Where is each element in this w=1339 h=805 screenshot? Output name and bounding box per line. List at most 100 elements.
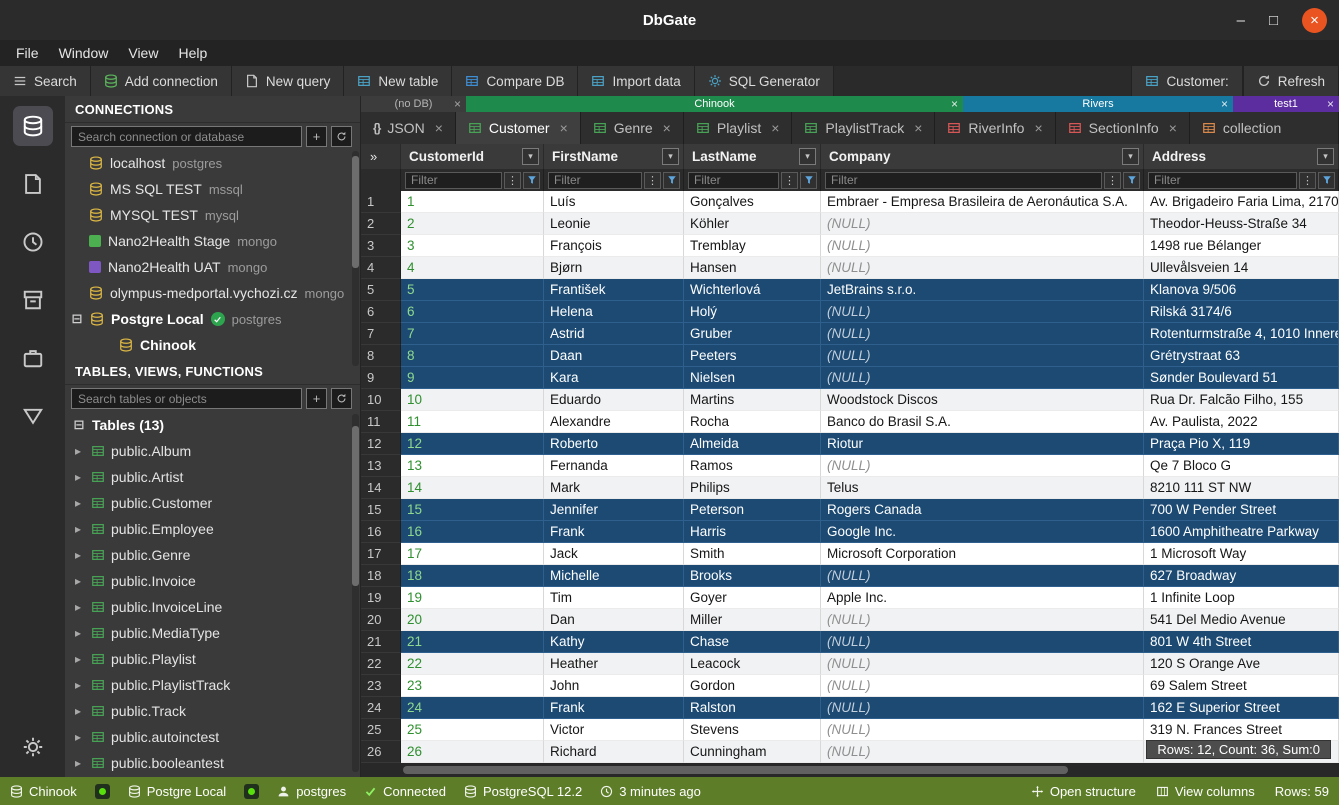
tab-playlisttrack[interactable]: PlaylistTrack× [792, 112, 935, 144]
table-item-public-artist[interactable]: ▸public.Artist [65, 464, 360, 490]
cell-address[interactable]: 801 W 4th Street [1144, 631, 1339, 653]
cell-firstname[interactable]: Roberto [544, 433, 684, 455]
cell-customerid[interactable]: 4 [401, 257, 544, 279]
cell-lastname[interactable]: Wichterlová [684, 279, 821, 301]
cell-firstname[interactable]: Eduardo [544, 389, 684, 411]
add-connection-small-button[interactable]: + [306, 126, 327, 147]
table-row[interactable]: 11LuísGonçalvesEmbraer - Empresa Brasile… [361, 191, 1339, 213]
cell-lastname[interactable]: Gruber [684, 323, 821, 345]
cell-company[interactable]: (NULL) [821, 697, 1144, 719]
cell-customerid[interactable]: 22 [401, 653, 544, 675]
close-button[interactable]: × [1302, 8, 1327, 33]
toolbar-button-add-connection[interactable]: Add connection [91, 66, 232, 96]
cell-customerid[interactable]: 2 [401, 213, 544, 235]
close-icon[interactable]: × [1034, 120, 1042, 136]
table-item-public-booleantest[interactable]: ▸public.booleantest [65, 750, 360, 776]
cell-customerid[interactable]: 24 [401, 697, 544, 719]
table-row[interactable]: 22LeonieKöhler(NULL)Theodor-Heuss-Straße… [361, 213, 1339, 235]
table-item-public-invoiceline[interactable]: ▸public.InvoiceLine [65, 594, 360, 620]
cell-address[interactable]: 1 Microsoft Way [1144, 543, 1339, 565]
connection-item-postgre-local[interactable]: ⊟Postgre Localpostgres [65, 306, 360, 332]
cell-firstname[interactable]: Kara [544, 367, 684, 389]
minimize-button[interactable]: – [1237, 13, 1245, 28]
filter-funnel-button[interactable] [1318, 172, 1335, 189]
cell-firstname[interactable]: Tim [544, 587, 684, 609]
cell-lastname[interactable]: Philips [684, 477, 821, 499]
cell-firstname[interactable]: Richard [544, 741, 684, 763]
cell-address[interactable]: 8210 111 ST NW [1144, 477, 1339, 499]
cell-lastname[interactable]: Holý [684, 301, 821, 323]
close-icon[interactable]: × [1327, 97, 1334, 111]
grid-expand-all-button[interactable]: » [361, 144, 401, 169]
cell-company[interactable]: (NULL) [821, 631, 1144, 653]
column-header-lastname[interactable]: LastName▾ [684, 144, 821, 169]
menu-view[interactable]: View [118, 42, 168, 64]
cell-customerid[interactable]: 3 [401, 235, 544, 257]
rail-item-files[interactable] [13, 164, 53, 204]
connections-scrollbar-thumb[interactable] [352, 156, 359, 268]
cell-firstname[interactable]: František [544, 279, 684, 301]
connections-search-input[interactable] [71, 126, 302, 147]
table-item-public-mediatype[interactable]: ▸public.MediaType [65, 620, 360, 646]
filter-input-address[interactable]: Filter [1148, 172, 1297, 189]
cell-customerid[interactable]: 20 [401, 609, 544, 631]
filter-funnel-button[interactable] [800, 172, 817, 189]
table-row[interactable]: 44BjørnHansen(NULL)Ullevålsveien 14 [361, 257, 1339, 279]
toolbar-button-search[interactable]: Search [0, 66, 91, 96]
cell-address[interactable]: 120 S Orange Ave [1144, 653, 1339, 675]
tab-playlist[interactable]: Playlist× [684, 112, 793, 144]
cell-firstname[interactable]: Jack [544, 543, 684, 565]
column-menu-icon[interactable]: ▾ [1122, 148, 1139, 165]
cell-firstname[interactable]: Dan [544, 609, 684, 631]
table-row[interactable]: 1616FrankHarrisGoogle Inc.1600 Amphithea… [361, 521, 1339, 543]
table-row[interactable]: 1212RobertoAlmeidaRioturPraça Pio X, 119 [361, 433, 1339, 455]
cell-customerid[interactable]: 25 [401, 719, 544, 741]
cell-customerid[interactable]: 14 [401, 477, 544, 499]
column-menu-icon[interactable]: ▾ [522, 148, 539, 165]
tab-group-test1[interactable]: test1× [1233, 96, 1339, 112]
table-row[interactable]: 2323JohnGordon(NULL)69 Salem Street [361, 675, 1339, 697]
toolbar-button-refresh[interactable]: Refresh [1243, 66, 1339, 96]
cell-lastname[interactable]: Leacock [684, 653, 821, 675]
cell-firstname[interactable]: Fernanda [544, 455, 684, 477]
close-icon[interactable]: × [560, 120, 568, 136]
filter-menu-button[interactable]: ⋮ [1299, 172, 1316, 189]
cell-firstname[interactable]: Helena [544, 301, 684, 323]
horizontal-scrollbar-thumb[interactable] [403, 766, 1068, 774]
cell-company[interactable]: (NULL) [821, 235, 1144, 257]
cell-firstname[interactable]: Mark [544, 477, 684, 499]
cell-company[interactable]: (NULL) [821, 345, 1144, 367]
cell-customerid[interactable]: 23 [401, 675, 544, 697]
database-item-chinook[interactable]: Chinook [65, 332, 360, 358]
cell-lastname[interactable]: Köhler [684, 213, 821, 235]
cell-company[interactable]: (NULL) [821, 257, 1144, 279]
column-header-address[interactable]: Address▾ [1144, 144, 1339, 169]
toolbar-button-new-query[interactable]: New query [232, 66, 345, 96]
cell-lastname[interactable]: Peeters [684, 345, 821, 367]
connection-item-localhost[interactable]: localhostpostgres [65, 150, 360, 176]
cell-address[interactable]: Praça Pio X, 119 [1144, 433, 1339, 455]
close-icon[interactable]: × [435, 120, 443, 136]
cell-firstname[interactable]: Frank [544, 521, 684, 543]
filter-menu-button[interactable]: ⋮ [504, 172, 521, 189]
cell-firstname[interactable]: François [544, 235, 684, 257]
refresh-connections-button[interactable] [331, 126, 352, 147]
filter-input-customerid[interactable]: Filter [405, 172, 502, 189]
cell-customerid[interactable]: 19 [401, 587, 544, 609]
cell-address[interactable]: 162 E Superior Street [1144, 697, 1339, 719]
filter-funnel-button[interactable] [523, 172, 540, 189]
cell-address[interactable]: 1 Infinite Loop [1144, 587, 1339, 609]
cell-firstname[interactable]: Luís [544, 191, 684, 213]
table-item-public-autoinctest[interactable]: ▸public.autoinctest [65, 724, 360, 750]
cell-company[interactable]: JetBrains s.r.o. [821, 279, 1144, 301]
cell-address[interactable]: Rotenturmstraße 4, 1010 Innere Stadt [1144, 323, 1339, 345]
cell-firstname[interactable]: Victor [544, 719, 684, 741]
table-row[interactable]: 77AstridGruber(NULL)Rotenturmstraße 4, 1… [361, 323, 1339, 345]
column-menu-icon[interactable]: ▾ [662, 148, 679, 165]
cell-company[interactable]: Telus [821, 477, 1144, 499]
table-row[interactable]: 1010EduardoMartinsWoodstock DiscosRua Dr… [361, 389, 1339, 411]
cell-firstname[interactable]: Leonie [544, 213, 684, 235]
toolbar-button-sql-generator[interactable]: SQL Generator [695, 66, 834, 96]
collapse-icon[interactable]: ⊟ [73, 417, 85, 433]
maximize-button[interactable]: □ [1269, 13, 1278, 28]
